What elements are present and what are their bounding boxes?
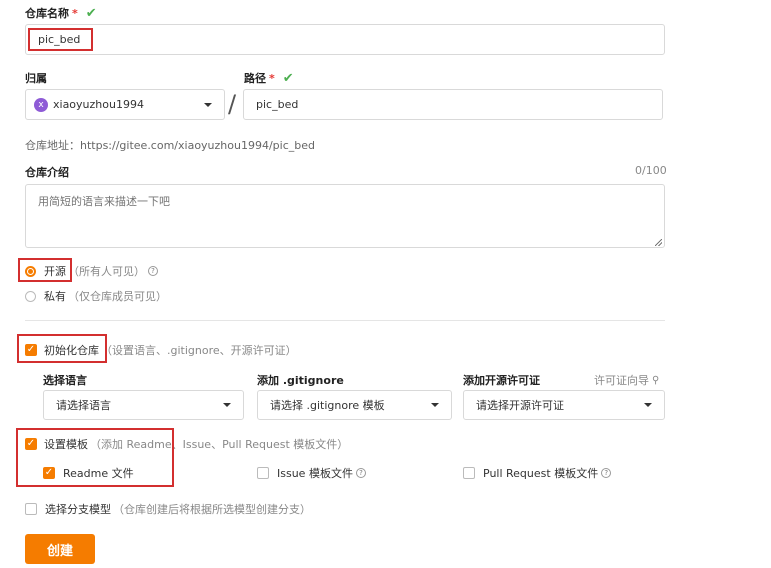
chevron-down-icon: [223, 403, 231, 407]
repo-name-label: 仓库名称 * ✔: [25, 6, 97, 21]
owner-value: xiaoyuzhou1994: [53, 98, 144, 111]
resize-handle-icon[interactable]: [655, 239, 662, 246]
gitignore-select[interactable]: 请选择 .gitignore 模板: [257, 390, 452, 420]
annotation-box-templates: [16, 428, 174, 487]
language-select[interactable]: 请选择语言: [43, 390, 244, 420]
help-icon[interactable]: ?: [355, 468, 366, 478]
gitignore-label: 添加 .gitignore: [257, 374, 344, 387]
wizard-icon: ⚲: [652, 374, 660, 386]
help-icon[interactable]: ?: [148, 266, 158, 276]
branch-model-label: 选择分支模型: [45, 503, 111, 516]
pr-template-checkbox[interactable]: Pull Request 模板文件 ?: [463, 465, 612, 481]
path-input[interactable]: pic_bed: [243, 89, 663, 120]
help-icon[interactable]: ?: [601, 468, 612, 478]
owner-select[interactable]: x xiaoyuzhou1994: [25, 89, 225, 120]
required-mark: *: [72, 7, 78, 20]
repo-name-input[interactable]: pic_bed: [25, 24, 665, 55]
valid-check-icon: ✔: [85, 6, 97, 21]
radio-unselected-icon: [25, 290, 36, 302]
divider: [25, 320, 665, 321]
avatar: x: [34, 97, 48, 112]
license-placeholder: 请选择开源许可证: [476, 399, 564, 412]
intro-counter: 0/100: [635, 164, 667, 177]
valid-check-icon: ✔: [282, 71, 294, 86]
license-guide-link[interactable]: 许可证向导 ⚲: [594, 372, 659, 388]
gitignore-placeholder: 请选择 .gitignore 模板: [270, 399, 385, 412]
private-note: （仅仓库成员可见）: [68, 290, 167, 303]
pr-template-label: Pull Request 模板文件: [483, 467, 599, 480]
branch-model-note: （仓库创建后将根据所选模型创建分支）: [113, 503, 311, 516]
public-note: （所有人可见）: [68, 265, 145, 278]
license-select[interactable]: 请选择开源许可证: [463, 390, 665, 420]
required-mark: *: [269, 72, 275, 85]
language-placeholder: 请选择语言: [56, 399, 111, 412]
chevron-down-icon: [644, 403, 652, 407]
checkbox-unchecked-icon: [25, 503, 37, 515]
intro-textarea[interactable]: [25, 184, 665, 248]
path-value: pic_bed: [256, 98, 299, 111]
annotation-box-init: [17, 334, 107, 363]
init-repo-note: （设置语言、.gitignore、开源许可证）: [101, 344, 297, 357]
license-guide-text: 许可证向导: [594, 374, 649, 387]
annotation-box-repo-name: [28, 28, 93, 51]
visibility-private-option[interactable]: 私有 （仅仓库成员可见）: [25, 288, 167, 304]
checkbox-unchecked-icon: [463, 467, 475, 479]
chevron-down-icon: [204, 102, 212, 107]
path-separator: /: [228, 90, 237, 118]
annotation-box-public: [18, 258, 72, 282]
language-label: 选择语言: [43, 374, 87, 387]
checkbox-unchecked-icon: [257, 467, 269, 479]
private-label: 私有: [44, 290, 66, 303]
path-label: 路径 * ✔: [244, 71, 294, 86]
chevron-down-icon: [431, 403, 439, 407]
branch-model-checkbox[interactable]: 选择分支模型 （仓库创建后将根据所选模型创建分支）: [25, 501, 311, 517]
create-button[interactable]: 创建: [25, 534, 95, 564]
issue-template-checkbox[interactable]: Issue 模板文件 ?: [257, 465, 366, 481]
license-label: 添加开源许可证: [463, 374, 540, 387]
issue-template-label: Issue 模板文件: [277, 467, 353, 480]
repo-url-text: 仓库地址：https://gitee.com/xiaoyuzhou1994/pi…: [25, 139, 315, 152]
owner-label: 归属: [25, 72, 47, 85]
intro-label: 仓库介绍: [25, 166, 69, 179]
